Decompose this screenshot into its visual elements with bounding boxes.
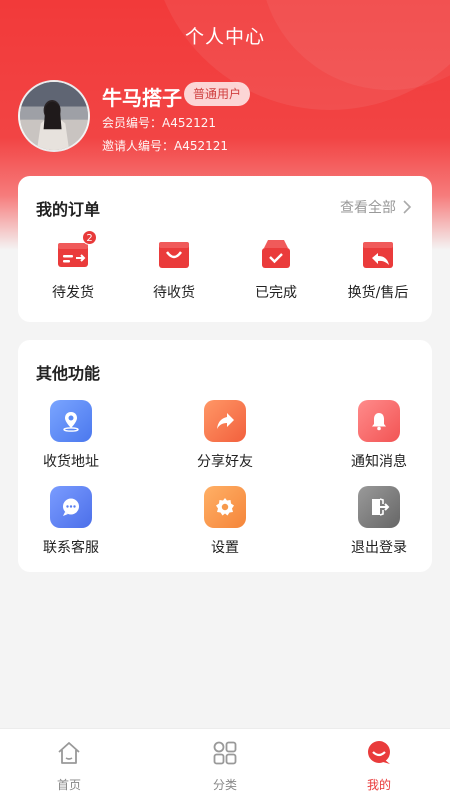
inviter-id: 邀请人编号：A452121 (102, 139, 229, 153)
order-pending-shipment[interactable]: 2 待发货 (23, 230, 123, 302)
function-label: 收货地址 (43, 454, 99, 470)
order-label: 已完成 (255, 285, 297, 301)
chat-bubble-icon (50, 486, 92, 528)
order-label: 待收货 (153, 285, 195, 301)
order-pending-receipt[interactable]: 待收货 (124, 236, 224, 302)
functions-title: 其他功能 (36, 364, 101, 383)
order-label: 待发货 (52, 285, 94, 301)
member-id: 会员编号：A452121 (102, 116, 217, 130)
tab-label: 分类 (212, 778, 237, 792)
username: 牛马搭子 (102, 86, 182, 110)
order-completed[interactable]: 已完成 (226, 236, 326, 302)
return-icon (360, 236, 396, 272)
avatar[interactable] (18, 80, 90, 152)
tab-category[interactable]: 分类 (180, 739, 270, 793)
bottom-tab-bar: 首页 分类 我的 (0, 728, 450, 800)
user-level-badge: 普通用户 (184, 82, 251, 106)
share-arrow-icon (204, 400, 246, 442)
chevron-right-icon (403, 200, 412, 214)
home-icon (55, 739, 83, 767)
pending-count-badge: 2 (82, 230, 97, 245)
function-label: 分享好友 (197, 454, 253, 470)
bell-icon (358, 400, 400, 442)
gear-icon (204, 486, 246, 528)
tab-mine[interactable]: 我的 (334, 739, 424, 793)
truck-icon: 2 (55, 230, 97, 272)
tab-label: 首页 (56, 778, 81, 792)
profile-chat-icon (365, 739, 393, 767)
share-friends-button[interactable]: 分享好友 (170, 400, 280, 471)
orders-title: 我的订单 (36, 200, 101, 219)
tab-label: 我的 (366, 778, 391, 792)
settings-button[interactable]: 设置 (170, 486, 280, 557)
function-label: 退出登录 (351, 540, 407, 556)
tab-home[interactable]: 首页 (24, 739, 114, 793)
page-title: 个人中心 (184, 26, 265, 48)
shopping-bag-icon (156, 236, 192, 272)
box-check-icon (258, 236, 294, 272)
logout-door-icon (358, 486, 400, 528)
logout-button[interactable]: 退出登录 (324, 486, 434, 557)
order-exchange-aftersale[interactable]: 换货/售后 (328, 236, 428, 302)
function-label: 通知消息 (351, 454, 407, 470)
view-all-orders-link[interactable]: 查看全部 (340, 197, 412, 217)
customer-service-button[interactable]: 联系客服 (16, 486, 126, 557)
function-label: 联系客服 (43, 540, 99, 556)
notifications-button[interactable]: 通知消息 (324, 400, 434, 471)
other-functions-card: 其他功能 收货地址 分享好友 通知消息 联系客服 设置 退出登录 (18, 340, 432, 572)
function-label: 设置 (211, 540, 239, 556)
view-all-label: 查看全部 (340, 200, 396, 216)
category-grid-icon (211, 739, 239, 767)
shipping-address-button[interactable]: 收货地址 (16, 400, 126, 471)
orders-card: 我的订单 查看全部 2 待发货 待收货 已完成 换货/售后 (18, 176, 432, 322)
location-pin-icon (50, 400, 92, 442)
order-label: 换货/售后 (347, 285, 409, 301)
